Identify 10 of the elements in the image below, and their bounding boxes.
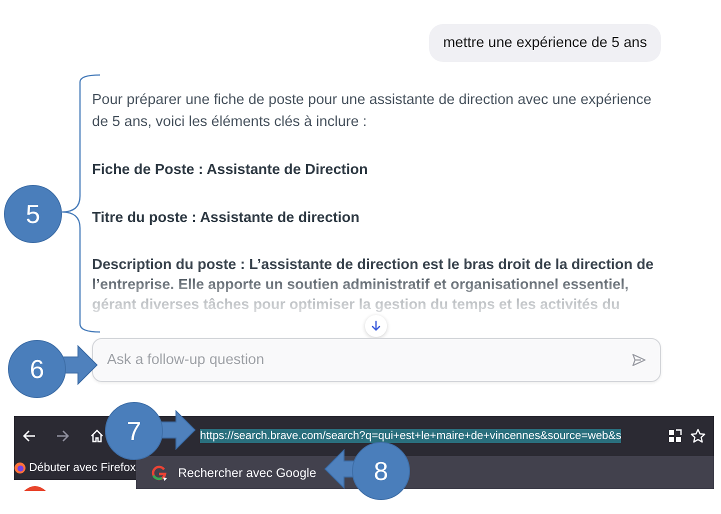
follow-up-field[interactable]: Ask a follow-up question [92, 338, 661, 382]
answer-heading: Fiche de Poste : Assistante de Direction [92, 161, 369, 180]
search-suggestion[interactable]: Rechercher avec Google [150, 464, 316, 482]
answer-paragraph: Description du poste : L’assistante de direction est le bras droit de la direction de l’entreprise. Elle apporte un soutien administratif et organisationnel essentiel, gérant diverses tâches pour optimiser la gestion du temps et les activités du [92, 256, 655, 315]
answer-heading: Titre du poste : Assistante de direction [92, 209, 360, 228]
user-message: mettre une expérience de 5 ans [429, 24, 661, 62]
url-field[interactable]: https://search.brave.com/search?q=qui+est+le+maire+de+vincennes&source=web&s [200, 429, 622, 443]
callout-circle: 6 [8, 340, 66, 398]
callout-circle: 5 [4, 185, 62, 243]
answer-paragraph: Pour préparer une fiche de poste pour une assistante de direction avec une expérience de 5 ans, voici les éléments clés à inclure : [92, 91, 652, 132]
